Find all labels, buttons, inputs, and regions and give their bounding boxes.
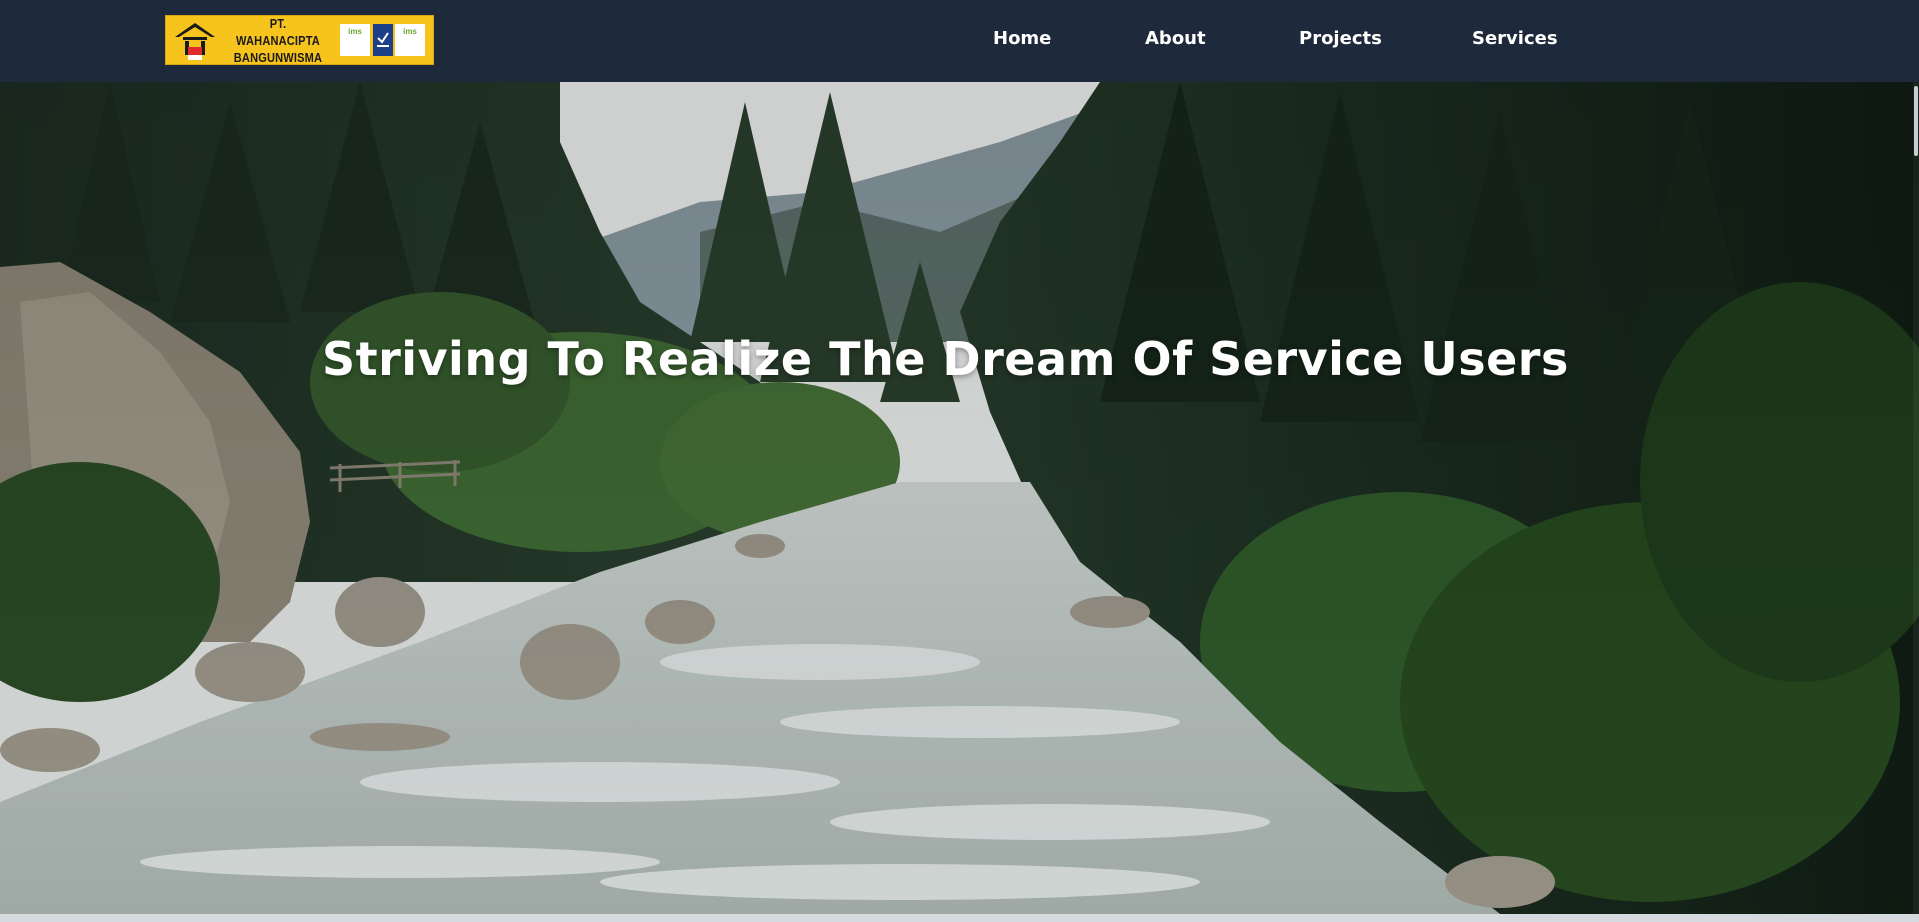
hero-background-image <box>0 82 1919 914</box>
nav-about[interactable]: About <box>1145 28 1206 49</box>
bottom-strip <box>0 914 1919 922</box>
hero-section: Striving To Realize The Dream Of Service… <box>0 82 1919 914</box>
page-scrollbar-thumb[interactable] <box>1914 86 1918 156</box>
navbar: PT. WAHANACIPTA BANGUNWISMA ims ims Home… <box>0 0 1919 82</box>
nav-projects[interactable]: Projects <box>1299 28 1382 49</box>
nav-home[interactable]: Home <box>993 28 1051 49</box>
main-nav: Home About Projects Services <box>0 0 1919 82</box>
hero-title: Striving To Realize The Dream Of Service… <box>322 332 1569 386</box>
nav-services[interactable]: Services <box>1472 28 1558 49</box>
page-scrollbar[interactable] <box>1913 82 1919 914</box>
